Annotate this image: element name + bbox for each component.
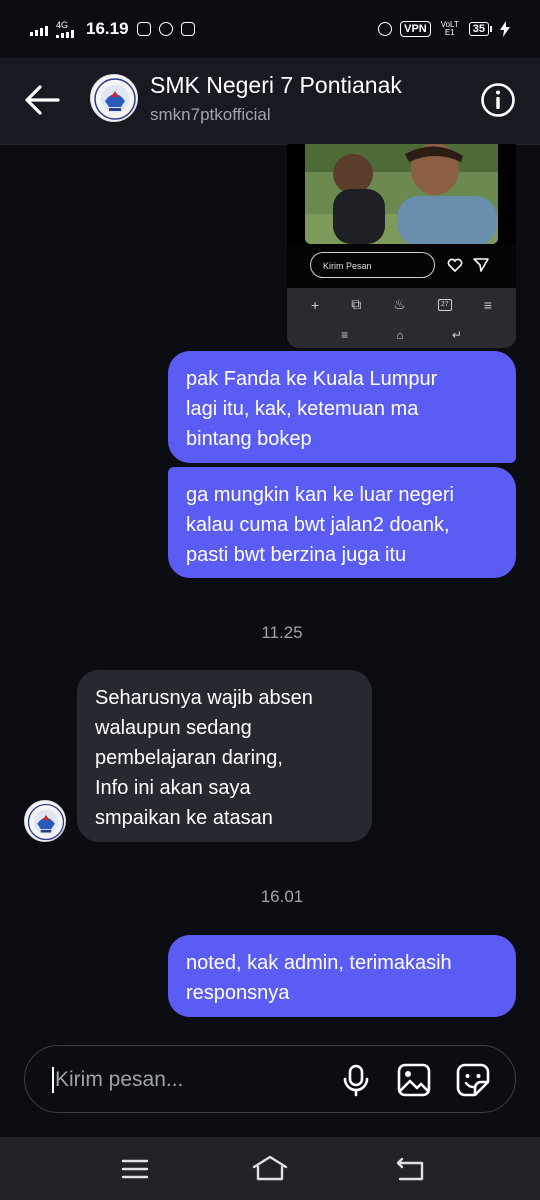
message-outgoing[interactable]: ga mungkin kan ke luar negeri kalau cuma… (168, 467, 516, 578)
vpn-badge: VPN (400, 21, 431, 37)
tabs-icon: 27 (437, 298, 452, 311)
shared-message-input: Kirim Pesan (310, 252, 435, 278)
battery-level: 35 (468, 22, 489, 36)
shared-nav-bar: ≡ ⌂ ↵ (287, 321, 516, 348)
message-incoming[interactable]: Seharusnya wajib absen walaupun sedang p… (77, 670, 372, 842)
menu-icon: ≡ (483, 296, 492, 313)
plus-icon: + (311, 296, 320, 313)
info-icon (481, 83, 515, 117)
nav-back-icon: ↵ (451, 327, 462, 342)
volte-label: VoLTE1 (440, 20, 459, 37)
info-button[interactable] (480, 82, 516, 118)
shopping-bag-icon (136, 22, 151, 36)
photo-image (305, 144, 498, 244)
back-nav-button[interactable] (390, 1153, 430, 1185)
message-outgoing[interactable]: pak Fanda ke Kuala Lumpur lagi itu, kak,… (168, 351, 516, 463)
battery-icon: 35 (468, 22, 492, 36)
shared-screenshot[interactable]: Kirim Pesan + ⧉ ♨ 27 ≡ ≡ ⌂ ↵ (287, 144, 516, 348)
send-icon (473, 258, 489, 272)
recent-apps-button[interactable] (115, 1153, 155, 1185)
status-right: VPN VoLTE1 35 (378, 21, 510, 37)
text-caret (52, 1067, 54, 1093)
system-nav-bar (0, 1137, 540, 1200)
shared-photo (305, 144, 498, 244)
chat-header: SMK Negeri 7 Pontianak smkn7ptkofficial (0, 58, 540, 145)
status-bar: 4G 16.19 VPN VoLTE1 35 (0, 0, 540, 58)
instagram-icon (180, 22, 195, 36)
signal-icon (30, 22, 48, 36)
sticker-button[interactable] (455, 1062, 491, 1098)
network-type: 4G (56, 19, 69, 30)
timestamp: 11.25 (261, 623, 303, 642)
sticker-icon (456, 1063, 490, 1097)
gallery-button[interactable] (396, 1062, 432, 1098)
message-composer (24, 1045, 516, 1113)
network-indicator: 4G (56, 19, 74, 38)
menu-lines-icon (121, 1159, 149, 1179)
microphone-button[interactable] (338, 1062, 374, 1098)
sender-avatar[interactable] (24, 800, 66, 842)
charging-icon (500, 21, 510, 37)
school-logo-icon (94, 78, 136, 120)
alarm-icon (378, 22, 393, 36)
image-icon (397, 1063, 431, 1097)
arrow-left-icon (25, 85, 60, 115)
message-outgoing[interactable]: noted, kak admin, terimakasih responsnya (168, 935, 516, 1017)
back-nav-icon (396, 1157, 424, 1181)
whatsapp-icon (158, 22, 173, 36)
timestamp: 16.01 (260, 887, 304, 906)
home-button[interactable] (250, 1153, 290, 1185)
chat-title[interactable]: SMK Negeri 7 Pontianak (150, 72, 402, 99)
microphone-icon (343, 1064, 369, 1097)
signal-2-icon (56, 29, 74, 38)
copy-icon: ⧉ (351, 296, 362, 312)
heart-icon (447, 258, 463, 272)
nav-menu-icon: ≡ (341, 327, 349, 342)
chat-username: smkn7ptkofficial (150, 105, 271, 124)
nav-home-icon: ⌂ (396, 327, 404, 342)
profile-avatar[interactable] (90, 74, 138, 122)
status-time: 16.19 (86, 19, 129, 38)
flame-icon: ♨ (393, 296, 406, 312)
school-logo-icon (27, 803, 65, 841)
browser-toolbar: + ⧉ ♨ 27 ≡ (287, 288, 516, 321)
home-icon (252, 1155, 288, 1181)
status-left: 4G 16.19 (30, 19, 195, 39)
message-input[interactable] (55, 1066, 305, 1094)
back-button[interactable] (22, 82, 62, 118)
